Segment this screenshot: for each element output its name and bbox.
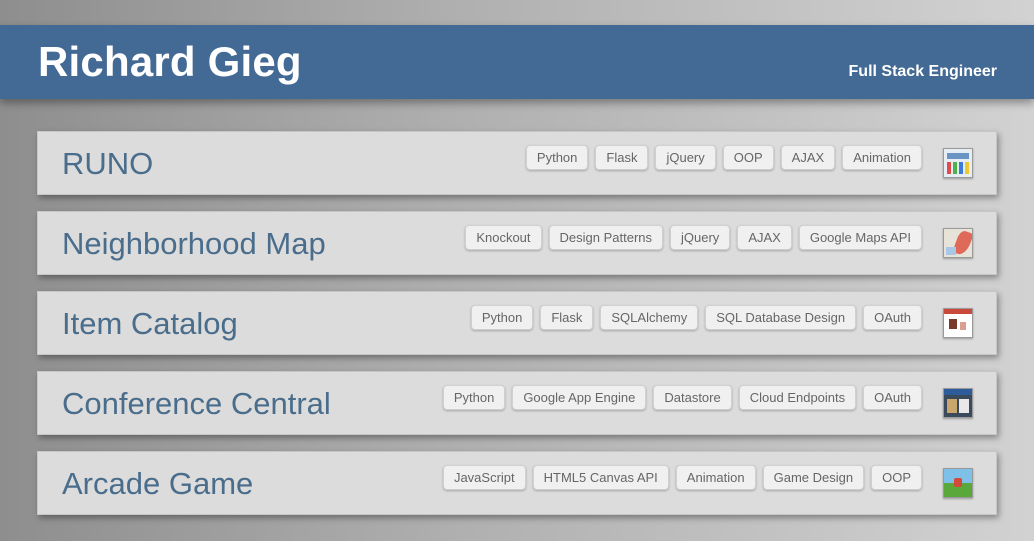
tag-list: JavaScript HTML5 Canvas API Animation Ga… xyxy=(442,464,922,490)
tag-animation[interactable]: Animation xyxy=(675,464,756,490)
tag-sql-database-design[interactable]: SQL Database Design xyxy=(705,304,857,330)
project-card-runo[interactable]: RUNO Python Flask jQuery OOP AJAX Animat… xyxy=(37,131,997,195)
page-header: Richard Gieg Full Stack Engineer xyxy=(0,25,1034,99)
tag-list: Python Flask jQuery OOP AJAX Animation xyxy=(525,144,922,170)
project-list: RUNO Python Flask jQuery OOP AJAX Animat… xyxy=(37,131,997,531)
conference-thumbnail-icon[interactable] xyxy=(943,388,973,418)
project-card-neighborhood-map[interactable]: Neighborhood Map Knockout Design Pattern… xyxy=(37,211,997,275)
project-card-conference-central[interactable]: Conference Central Python Google App Eng… xyxy=(37,371,997,435)
project-title[interactable]: Neighborhood Map xyxy=(62,226,326,262)
tag-flask[interactable]: Flask xyxy=(540,304,594,330)
map-thumbnail-icon[interactable] xyxy=(943,228,973,258)
tag-oop[interactable]: OOP xyxy=(871,464,922,490)
tag-html5-canvas-api[interactable]: HTML5 Canvas API xyxy=(532,464,669,490)
tag-ajax[interactable]: AJAX xyxy=(780,144,836,170)
tag-knockout[interactable]: Knockout xyxy=(465,224,542,250)
tag-ajax[interactable]: AJAX xyxy=(737,224,792,250)
tag-animation[interactable]: Animation xyxy=(842,144,922,170)
job-title: Full Stack Engineer xyxy=(848,63,997,80)
catalog-thumbnail-icon[interactable] xyxy=(943,308,973,338)
tag-flask[interactable]: Flask xyxy=(595,144,649,170)
project-title[interactable]: Arcade Game xyxy=(62,466,253,502)
tag-google-app-engine[interactable]: Google App Engine xyxy=(512,384,647,410)
tag-list: Python Flask SQLAlchemy SQL Database Des… xyxy=(470,304,922,330)
page-title: Richard Gieg xyxy=(38,38,302,85)
tag-jquery[interactable]: jQuery xyxy=(670,224,731,250)
tag-oauth[interactable]: OAuth xyxy=(863,384,922,410)
tag-jquery[interactable]: jQuery xyxy=(655,144,716,170)
tag-design-patterns[interactable]: Design Patterns xyxy=(548,224,664,250)
tag-python[interactable]: Python xyxy=(525,144,589,170)
tag-python[interactable]: Python xyxy=(442,384,506,410)
project-card-arcade-game[interactable]: Arcade Game JavaScript HTML5 Canvas API … xyxy=(37,451,997,515)
project-title[interactable]: RUNO xyxy=(62,146,153,182)
tag-datastore[interactable]: Datastore xyxy=(653,384,732,410)
project-title[interactable]: Conference Central xyxy=(62,386,331,422)
arcade-thumbnail-icon[interactable] xyxy=(943,468,973,498)
project-card-item-catalog[interactable]: Item Catalog Python Flask SQLAlchemy SQL… xyxy=(37,291,997,355)
tag-list: Knockout Design Patterns jQuery AJAX Goo… xyxy=(465,224,922,250)
tag-game-design[interactable]: Game Design xyxy=(762,464,865,490)
project-title[interactable]: Item Catalog xyxy=(62,306,238,342)
tag-oop[interactable]: OOP xyxy=(722,144,774,170)
tag-google-maps-api[interactable]: Google Maps API xyxy=(798,224,922,250)
runo-thumbnail-icon[interactable] xyxy=(943,148,973,178)
tag-javascript[interactable]: JavaScript xyxy=(442,464,526,490)
tag-cloud-endpoints[interactable]: Cloud Endpoints xyxy=(738,384,857,410)
tag-oauth[interactable]: OAuth xyxy=(863,304,922,330)
tag-python[interactable]: Python xyxy=(470,304,534,330)
tag-list: Python Google App Engine Datastore Cloud… xyxy=(442,384,922,410)
tag-sqlalchemy[interactable]: SQLAlchemy xyxy=(600,304,699,330)
